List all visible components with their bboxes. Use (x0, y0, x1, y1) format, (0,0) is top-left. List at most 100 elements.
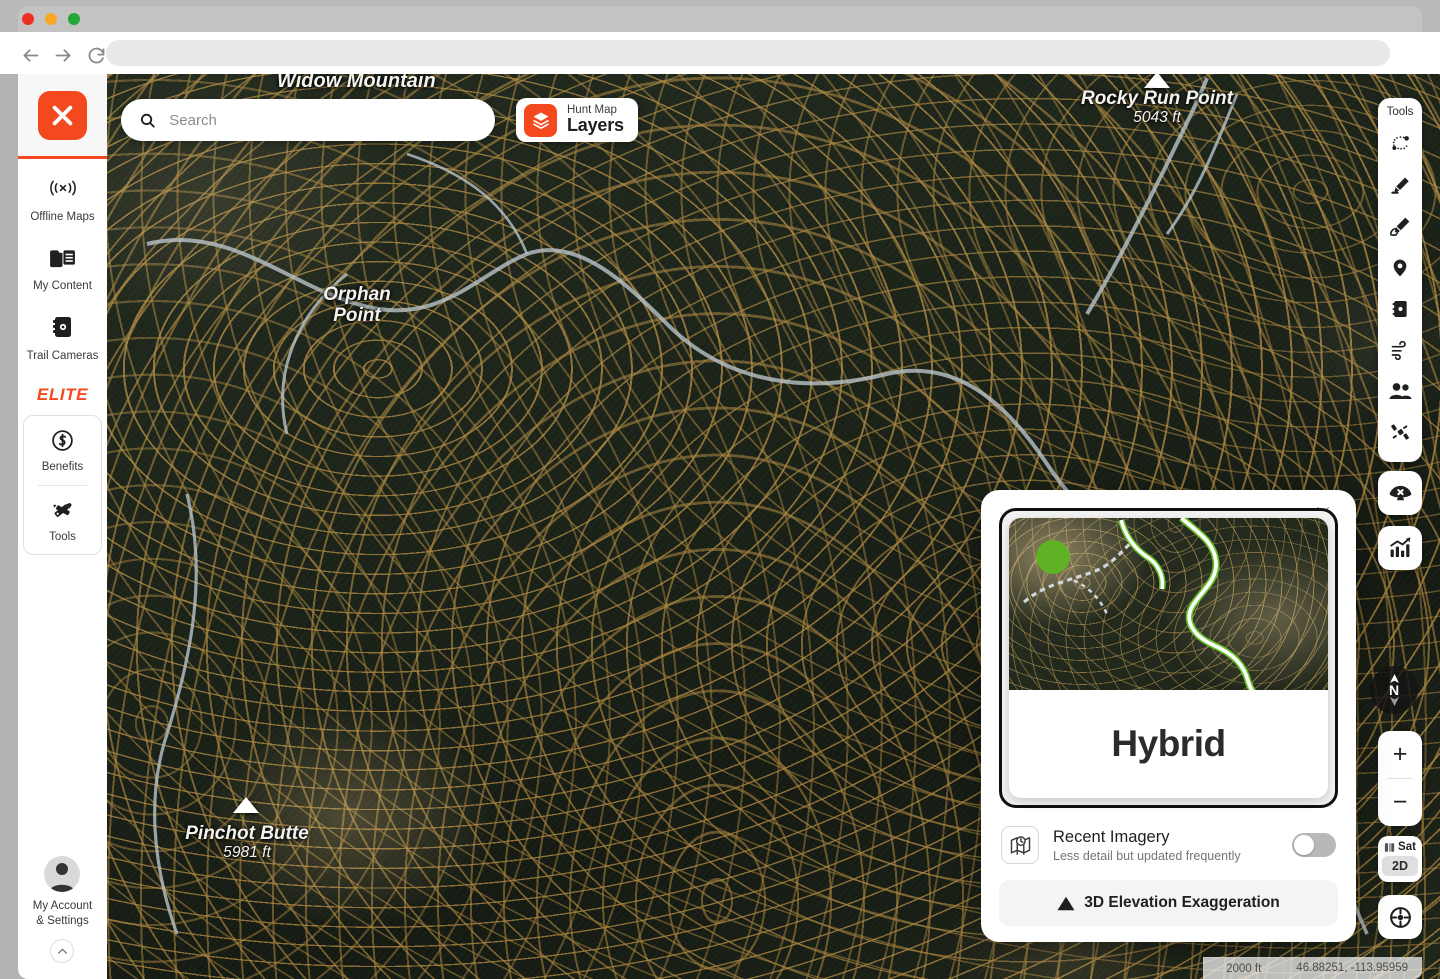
sidebar-item-my-content[interactable]: My Content (18, 228, 107, 297)
line-draw-tool[interactable] (1380, 165, 1420, 206)
app-window: Widow Mountain Rocky Run Point 5043 ft O… (0, 0, 1440, 979)
sidebar-item-my-account[interactable]: My Account & Settings (33, 856, 92, 979)
lasso-icon (1391, 136, 1409, 151)
hunting-tool[interactable] (1378, 471, 1422, 515)
tools-rail: Tools (1378, 98, 1422, 462)
wind-tool[interactable] (1380, 329, 1420, 370)
satellite-tool[interactable] (1380, 411, 1420, 452)
zoom-in-button[interactable]: + (1378, 731, 1422, 778)
close-x-icon (52, 105, 73, 125)
elite-badge: ELITE (36, 385, 89, 405)
wind-icon (1391, 340, 1406, 360)
arrow-left-icon (23, 48, 38, 62)
app-logo-button[interactable] (38, 90, 87, 140)
address-bar[interactable] (106, 40, 1390, 66)
pencil-shape-icon (1390, 217, 1410, 236)
window-traffic-lights (22, 13, 80, 25)
tools-rail-title: Tools (1386, 106, 1414, 118)
search-bar[interactable] (121, 99, 495, 141)
broadcast-icon (49, 175, 77, 201)
pencil-line-icon (1390, 177, 1409, 194)
map-clock-icon (1001, 826, 1039, 864)
minimize-window-button[interactable] (45, 13, 57, 25)
crosshair-location-icon (1389, 906, 1411, 928)
waypoint-tool[interactable] (1380, 247, 1420, 288)
deer-badge-icon (1389, 485, 1411, 501)
dollar-coin-icon (52, 430, 73, 451)
hunt-map-layers-button[interactable]: Hunt Map Layers (516, 98, 638, 142)
recent-imagery-subtitle: Less detail but updated frequently (1053, 848, 1241, 863)
shape-draw-tool[interactable] (1380, 206, 1420, 247)
chevron-up-icon (58, 948, 67, 954)
collapse-sidebar-button[interactable] (50, 939, 75, 963)
analytics-tool[interactable] (1378, 526, 1422, 570)
layers-small-icon (1384, 842, 1395, 852)
browser-nav-buttons (16, 42, 110, 68)
mountain-icon (1057, 896, 1075, 910)
coordinates-readout: 46.88251, -113.95959 (1284, 957, 1422, 979)
maximize-window-button[interactable] (68, 13, 80, 25)
compass-south-arrow-icon (1389, 697, 1399, 706)
sidebar-item-benefits[interactable]: Benefits (24, 416, 101, 484)
zoom-out-button[interactable]: − (1378, 779, 1422, 826)
arrow-right-icon (55, 48, 70, 62)
sidebar-item-offline-maps[interactable]: Offline Maps (18, 159, 107, 228)
basemap-name: Hybrid (1111, 723, 1226, 764)
account-label-line2: & Settings (36, 914, 89, 927)
zoom-controls: + − (1378, 731, 1422, 826)
map-statusbar: 2000 ft 46.88251, -113.95959 (1203, 957, 1422, 979)
map-pin-icon (1393, 259, 1407, 276)
layers-button-title: Layers (567, 115, 624, 136)
left-sidebar: Offline Maps My Content Trail Cameras EL… (18, 74, 107, 979)
account-label-line1: My Account (32, 900, 93, 913)
notebook-tool[interactable] (1380, 288, 1420, 329)
basemap-option-hybrid[interactable]: Hybrid (999, 508, 1338, 808)
basemap-toggle-control[interactable]: Sat 2D (1378, 836, 1422, 882)
basemap-label: Sat (1398, 841, 1416, 853)
elevation-exaggeration-label: 3D Elevation Exaggeration (1084, 894, 1280, 911)
compass-label: N (1388, 682, 1400, 698)
notebook-icon (1392, 300, 1407, 317)
sidebar-item-label: Benefits (41, 461, 84, 474)
locate-me-button[interactable] (1378, 895, 1422, 939)
recent-imagery-toggle[interactable] (1292, 833, 1336, 857)
browser-toolbar (0, 32, 1440, 74)
bar-chart-icon (1390, 537, 1411, 557)
compass-control[interactable]: N (1370, 666, 1418, 714)
trail-camera-icon (52, 314, 74, 340)
map-marker-dot (1036, 540, 1070, 574)
sidebar-item-label: My Content (33, 280, 92, 293)
close-window-button[interactable] (22, 13, 34, 25)
toggle-knob (1294, 835, 1314, 855)
sidebar-item-tools[interactable]: Tools (24, 486, 101, 554)
lasso-select-tool[interactable] (1380, 124, 1420, 165)
tools-icon (52, 502, 72, 517)
window-frame (18, 6, 1422, 32)
search-input[interactable] (169, 111, 477, 129)
search-icon (140, 113, 155, 128)
folder-card-icon (49, 244, 76, 270)
dimension-toggle[interactable]: 2D (1382, 856, 1418, 876)
sidebar-item-label: Trail Cameras (26, 349, 99, 362)
reload-icon (88, 47, 104, 63)
forward-button[interactable] (49, 42, 77, 68)
people-icon (1389, 382, 1411, 399)
recent-imagery-title: Recent Imagery (1053, 827, 1170, 846)
sidebar-item-label: Tools (49, 530, 76, 543)
sidebar-item-trail-cameras[interactable]: Trail Cameras (18, 298, 107, 367)
scale-bar: 2000 ft (1203, 957, 1285, 979)
elite-menu: Benefits Tools (23, 415, 102, 555)
brand-header (18, 74, 107, 159)
basemap-thumbnail (1009, 518, 1328, 690)
back-button[interactable] (16, 42, 44, 68)
elevation-exaggeration-button[interactable]: 3D Elevation Exaggeration (999, 880, 1338, 926)
sidebar-item-label: Offline Maps (30, 211, 95, 223)
stacked-layers-icon (524, 103, 557, 137)
basemap-selector-panel: Hybrid Recent Imagery Less detail but up… (981, 490, 1356, 942)
browser-titlebar (0, 0, 1440, 32)
basemap-card: Hybrid (1009, 518, 1328, 798)
share-tool[interactable] (1380, 370, 1420, 411)
avatar (44, 856, 81, 893)
satellite-icon (1391, 423, 1410, 440)
recent-imagery-row: Recent Imagery Less detail but updated f… (999, 826, 1338, 864)
